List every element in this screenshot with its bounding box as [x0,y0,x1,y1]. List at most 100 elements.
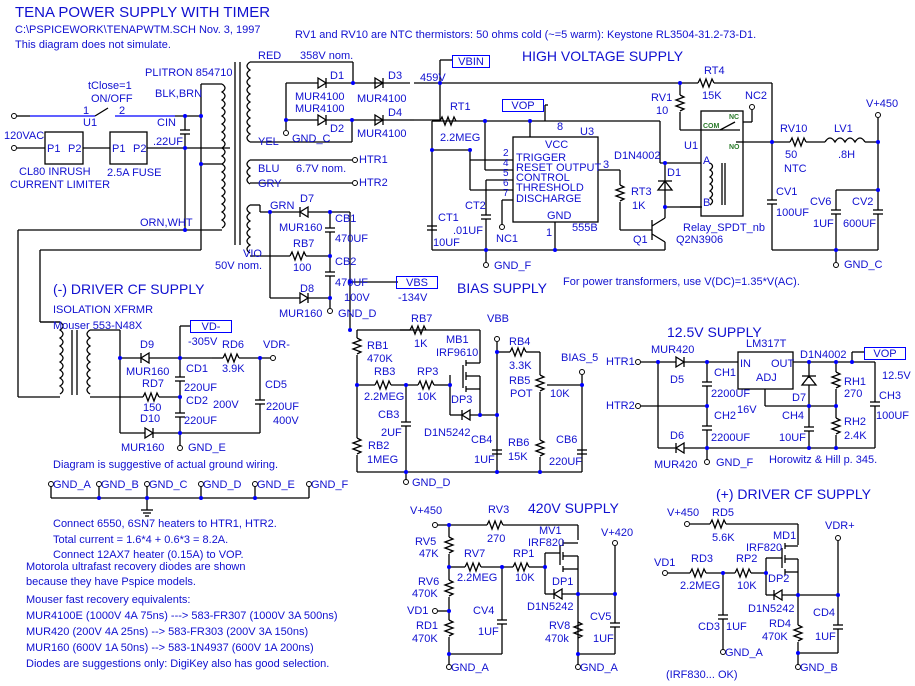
ch1-value: 2200UF [711,388,751,400]
cv4-ref: CV4 [473,605,495,617]
ch2-value: 2200UF [711,432,751,444]
htr2-input[interactable]: HTR2 [606,400,635,412]
discharge-pin: DISCHARGE [516,193,582,205]
ct1-value: 10UF [433,237,460,249]
rv3-ref: RV3 [488,504,510,516]
regulator-model: LM317T [746,338,787,350]
rv5-value: 47K [419,548,439,560]
d4-ref: D4 [388,107,403,119]
cd1-ref: CD1 [186,363,209,375]
rv6-value: 470K [412,588,438,600]
rd4-ref: RD4 [769,618,792,630]
bias-nominal: 50V nom. [215,260,263,272]
gry-lead-label: GRY [258,178,282,190]
cv6-ref: CV6 [810,196,832,208]
d3-value: MUR4100 [357,93,407,105]
rb6-value: 15K [508,451,528,463]
vio-lead-label: VIO [243,248,262,260]
ch4-value: 10UF [779,432,806,444]
yel-lead-label: YEL [258,136,279,148]
cd-voltage: 200V [213,399,239,411]
vbb-port[interactable]: VBB [487,313,509,325]
rd3-ref: RD3 [691,553,714,565]
vdr-minus-port[interactable]: VDR- [263,339,290,351]
cin-value: .22UF [153,136,183,148]
d7-model: D1N4002 [800,349,847,361]
htr1-port[interactable]: HTR1 [359,154,388,166]
d8-ref: D8 [300,283,315,295]
q1-model: Q2N3906 [676,234,724,246]
vdr-plus-port[interactable]: VDR+ [825,520,855,532]
v450-output[interactable]: V+450 [866,98,898,110]
d7-bias-value: MUR160 [279,222,323,234]
rb5-ref: RB5 [509,375,531,387]
cb1-ref: CB1 [335,213,357,225]
d6-ref: D6 [670,430,685,442]
v450-input-420[interactable]: V+450 [410,505,442,517]
rb2-value: 1MEG [367,454,399,466]
gnd-e-bus: GND_E [257,479,295,491]
rd7-ref: RD7 [142,378,165,390]
bias5-port[interactable]: BIAS_5 [561,352,598,364]
dp3-model: D1N5242 [424,427,471,439]
d2-ref: D2 [330,123,345,135]
rp2-ref: RP2 [736,553,758,565]
rd6-ref: RD6 [222,339,245,351]
dp1-model: D1N5242 [527,601,574,613]
heater-nominal: 6.7V nom. [296,163,347,175]
htr2-port[interactable]: HTR2 [359,177,388,189]
fuse-label: 2.5A FUSE [107,167,162,179]
dp3-ref: DP3 [451,394,473,406]
d9-ref: D9 [140,339,155,351]
limiter-p2: P2 [68,143,82,155]
rt1-value: 2.2MEG [440,132,481,144]
rd1-value: 470K [412,633,438,645]
limiter-label2: CURRENT LIMITER [10,179,111,191]
rb1-value: 470K [367,353,393,365]
pin7: 7 [503,188,509,199]
vbin-voltage: 459V [420,72,446,84]
cb2-ref: CB2 [335,256,357,268]
gnd-c-out: GND_C [844,259,883,271]
lv1-ref: LV1 [834,123,853,135]
section-v125: 12.5V SUPPLY [667,324,762,340]
section-neg-driver: (-) DRIVER CF SUPPLY [53,281,205,297]
input-wiring [11,83,230,398]
md1-ref: MD1 [773,530,797,542]
note-mur160: MUR160 (600V 1A 50ns) --> 583-1N4937 (60… [26,642,314,654]
htr1-input[interactable]: HTR1 [606,356,635,368]
cb4-value: 1UF [474,454,495,466]
cd1-value: 220UF [184,382,218,394]
rv5-ref: RV5 [415,536,437,548]
vd1-port-pos[interactable]: VD1 [654,557,675,569]
fuse-p1: P1 [112,143,126,155]
ch4-ref: CH4 [782,410,805,422]
cv5-value: 1UF [593,633,614,645]
rp3-ref: RP3 [417,366,439,378]
vbs-voltage: -134V [398,292,428,304]
section-pos-driver: (+) DRIVER CF SUPPLY [716,486,871,502]
rb7-bias-ref: RB7 [293,238,315,250]
cv1-value: 100UF [776,207,810,219]
rv8-value: 470k [545,633,569,645]
rb7-bias-value: 100 [293,262,312,274]
note-mur4100: MUR4100E (1000V 4A 75ns) ---> 583-FR307 … [26,610,338,622]
dp2-ref: DP2 [768,573,790,585]
relay-model: Relay_SPDT_nb [683,222,765,234]
rb1-ref: RB1 [367,340,389,352]
cb3-value: 2UF [381,427,402,439]
d7-ref: D7 [792,392,807,404]
vd1-port-420[interactable]: VD1 [407,605,428,617]
ct2-value: .01UF [453,225,483,237]
main-transformer [220,61,252,254]
rv1-value: 10 [656,105,669,117]
u3-ref: U3 [580,126,595,138]
switch-ref[interactable]: U1 [83,117,97,129]
switch-pin1: 1 [83,105,90,117]
v450-input-pos[interactable]: V+450 [667,507,699,519]
rb4-value: 3.3K [509,360,532,372]
cv2-ref: CV2 [852,196,874,208]
grn-lead-label: GRN [270,200,295,212]
vbs-net-label: VBS [396,276,438,289]
v420-output[interactable]: V+420 [601,527,633,539]
